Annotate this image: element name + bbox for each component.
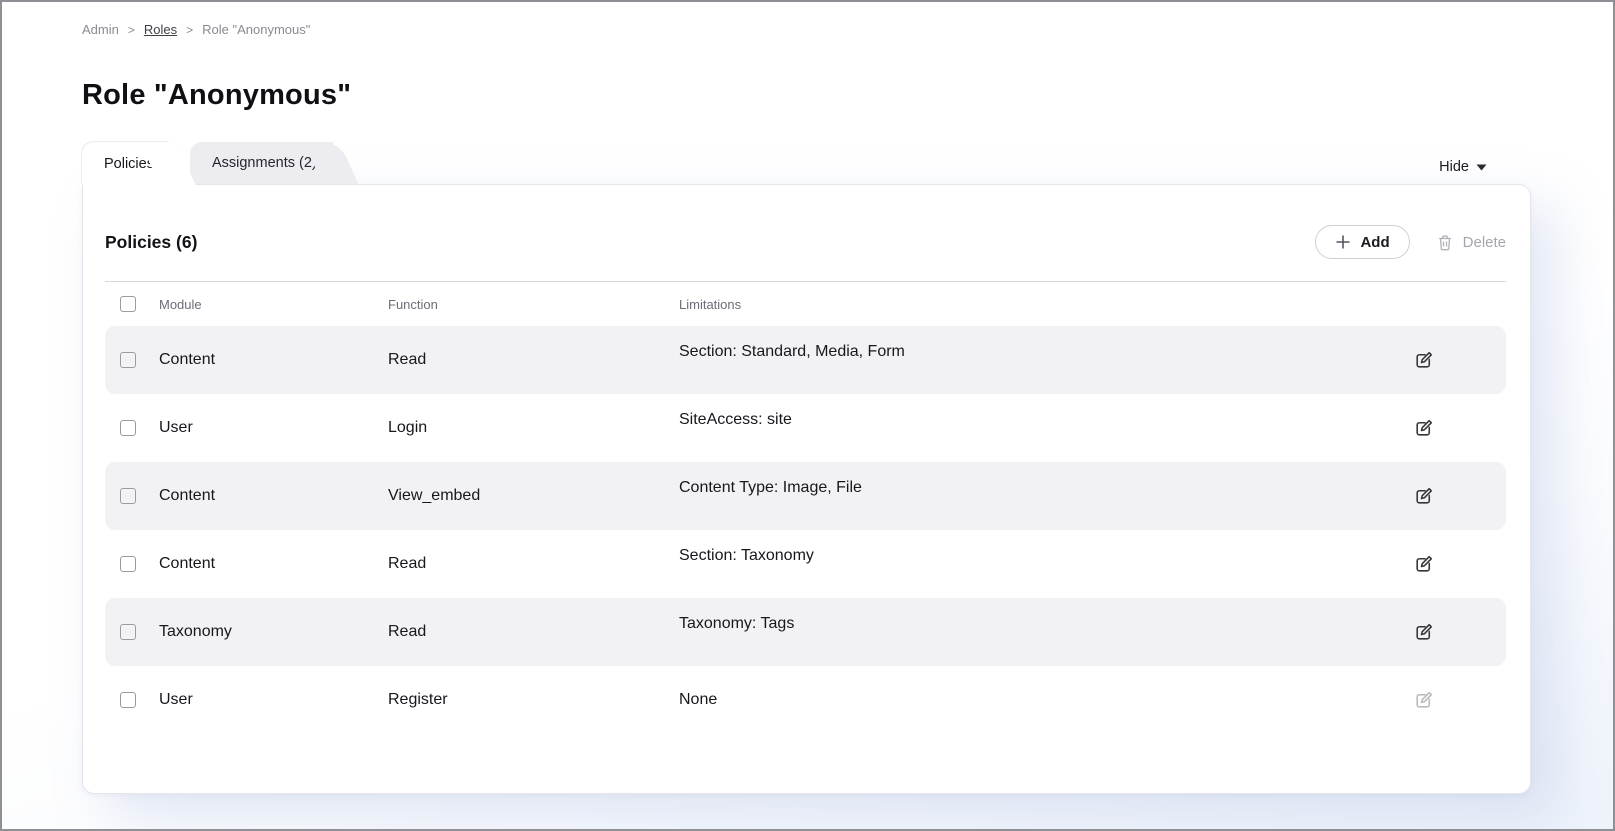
page-title: Role "Anonymous" xyxy=(82,79,1531,112)
edit-policy-button xyxy=(1413,690,1434,711)
cell-function: Read xyxy=(388,623,679,641)
edit-policy-button[interactable] xyxy=(1413,622,1434,643)
row-checkbox[interactable] xyxy=(120,420,136,436)
cell-function: Login xyxy=(388,419,679,437)
edit-icon xyxy=(1413,418,1434,439)
panel-actions: Add Delete xyxy=(1315,225,1506,259)
breadcrumb-item-current: Role "Anonymous" xyxy=(202,22,310,37)
add-policy-button[interactable]: Add xyxy=(1315,225,1409,259)
cell-limitations: Section: Standard, Media, Form xyxy=(679,343,1413,361)
cell-module: Content xyxy=(159,351,388,369)
row-checkbox[interactable] xyxy=(120,556,136,572)
app-window: Admin > Roles > Role "Anonymous" Role "A… xyxy=(0,0,1615,831)
column-header-function: Function xyxy=(388,297,679,312)
column-header-module: Module xyxy=(159,297,388,312)
tab-policies[interactable]: Policies xyxy=(82,142,170,185)
delete-policy-button[interactable]: Delete xyxy=(1436,233,1506,252)
plus-icon xyxy=(1335,234,1351,250)
tab-policies-label: Policies xyxy=(104,156,154,172)
table-row: Content View_embed Content Type: Image, … xyxy=(105,462,1506,530)
cell-function: Register xyxy=(388,691,679,709)
cell-function: Read xyxy=(388,351,679,369)
tabs-bar: Policies Assignments (2) Hide xyxy=(82,142,1531,184)
cell-limitations: SiteAccess: site xyxy=(679,411,1413,429)
column-header-limitations: Limitations xyxy=(679,297,1413,312)
panel-title: Policies (6) xyxy=(105,232,197,253)
breadcrumb: Admin > Roles > Role "Anonymous" xyxy=(82,22,1531,37)
cell-limitations: Content Type: Image, File xyxy=(679,479,1413,497)
cell-limitations: Section: Taxonomy xyxy=(679,547,1413,565)
table-row: User Login SiteAccess: site xyxy=(105,394,1506,462)
edit-icon xyxy=(1413,690,1434,711)
edit-policy-button[interactable] xyxy=(1413,554,1434,575)
table-row: Taxonomy Read Taxonomy: Tags xyxy=(105,598,1506,666)
trash-icon xyxy=(1436,233,1454,252)
cell-module: User xyxy=(159,419,388,437)
cell-limitations: None xyxy=(679,691,1413,709)
table-header: Module Function Limitations xyxy=(105,282,1506,326)
row-checkbox[interactable] xyxy=(120,692,136,708)
cell-module: Taxonomy xyxy=(159,623,388,641)
policies-panel: Policies (6) Add Delete Modu xyxy=(82,184,1531,794)
edit-icon xyxy=(1413,486,1434,507)
row-checkbox[interactable] xyxy=(120,352,136,368)
delete-policy-label: Delete xyxy=(1463,234,1506,251)
edit-icon xyxy=(1413,622,1434,643)
hide-dropdown-label: Hide xyxy=(1439,159,1469,175)
table-row: Content Read Section: Standard, Media, F… xyxy=(105,326,1506,394)
select-all-checkbox[interactable] xyxy=(120,296,136,312)
table-row: User Register None xyxy=(105,666,1506,734)
policies-table-body: Content Read Section: Standard, Media, F… xyxy=(105,326,1506,734)
cell-module: User xyxy=(159,691,388,709)
edit-policy-button[interactable] xyxy=(1413,418,1434,439)
tab-assignments-label: Assignments (2) xyxy=(212,155,317,171)
breadcrumb-item-roles[interactable]: Roles xyxy=(144,22,177,37)
row-checkbox[interactable] xyxy=(120,488,136,504)
edit-policy-button[interactable] xyxy=(1413,486,1434,507)
cell-function: View_embed xyxy=(388,487,679,505)
cell-function: Read xyxy=(388,555,679,573)
hide-dropdown[interactable]: Hide xyxy=(1439,159,1487,175)
panel-header: Policies (6) Add Delete xyxy=(105,225,1506,259)
breadcrumb-separator: > xyxy=(128,23,135,37)
edit-icon xyxy=(1413,554,1434,575)
breadcrumb-item-admin: Admin xyxy=(82,22,119,37)
add-policy-label: Add xyxy=(1360,234,1389,251)
cell-limitations: Taxonomy: Tags xyxy=(679,615,1413,633)
table-row: Content Read Section: Taxonomy xyxy=(105,530,1506,598)
caret-down-icon xyxy=(1476,164,1487,171)
edit-policy-button[interactable] xyxy=(1413,350,1434,371)
breadcrumb-separator: > xyxy=(186,23,193,37)
cell-module: Content xyxy=(159,487,388,505)
edit-icon xyxy=(1413,350,1434,371)
row-checkbox[interactable] xyxy=(120,624,136,640)
tab-assignments[interactable]: Assignments (2) xyxy=(190,142,333,184)
cell-module: Content xyxy=(159,555,388,573)
